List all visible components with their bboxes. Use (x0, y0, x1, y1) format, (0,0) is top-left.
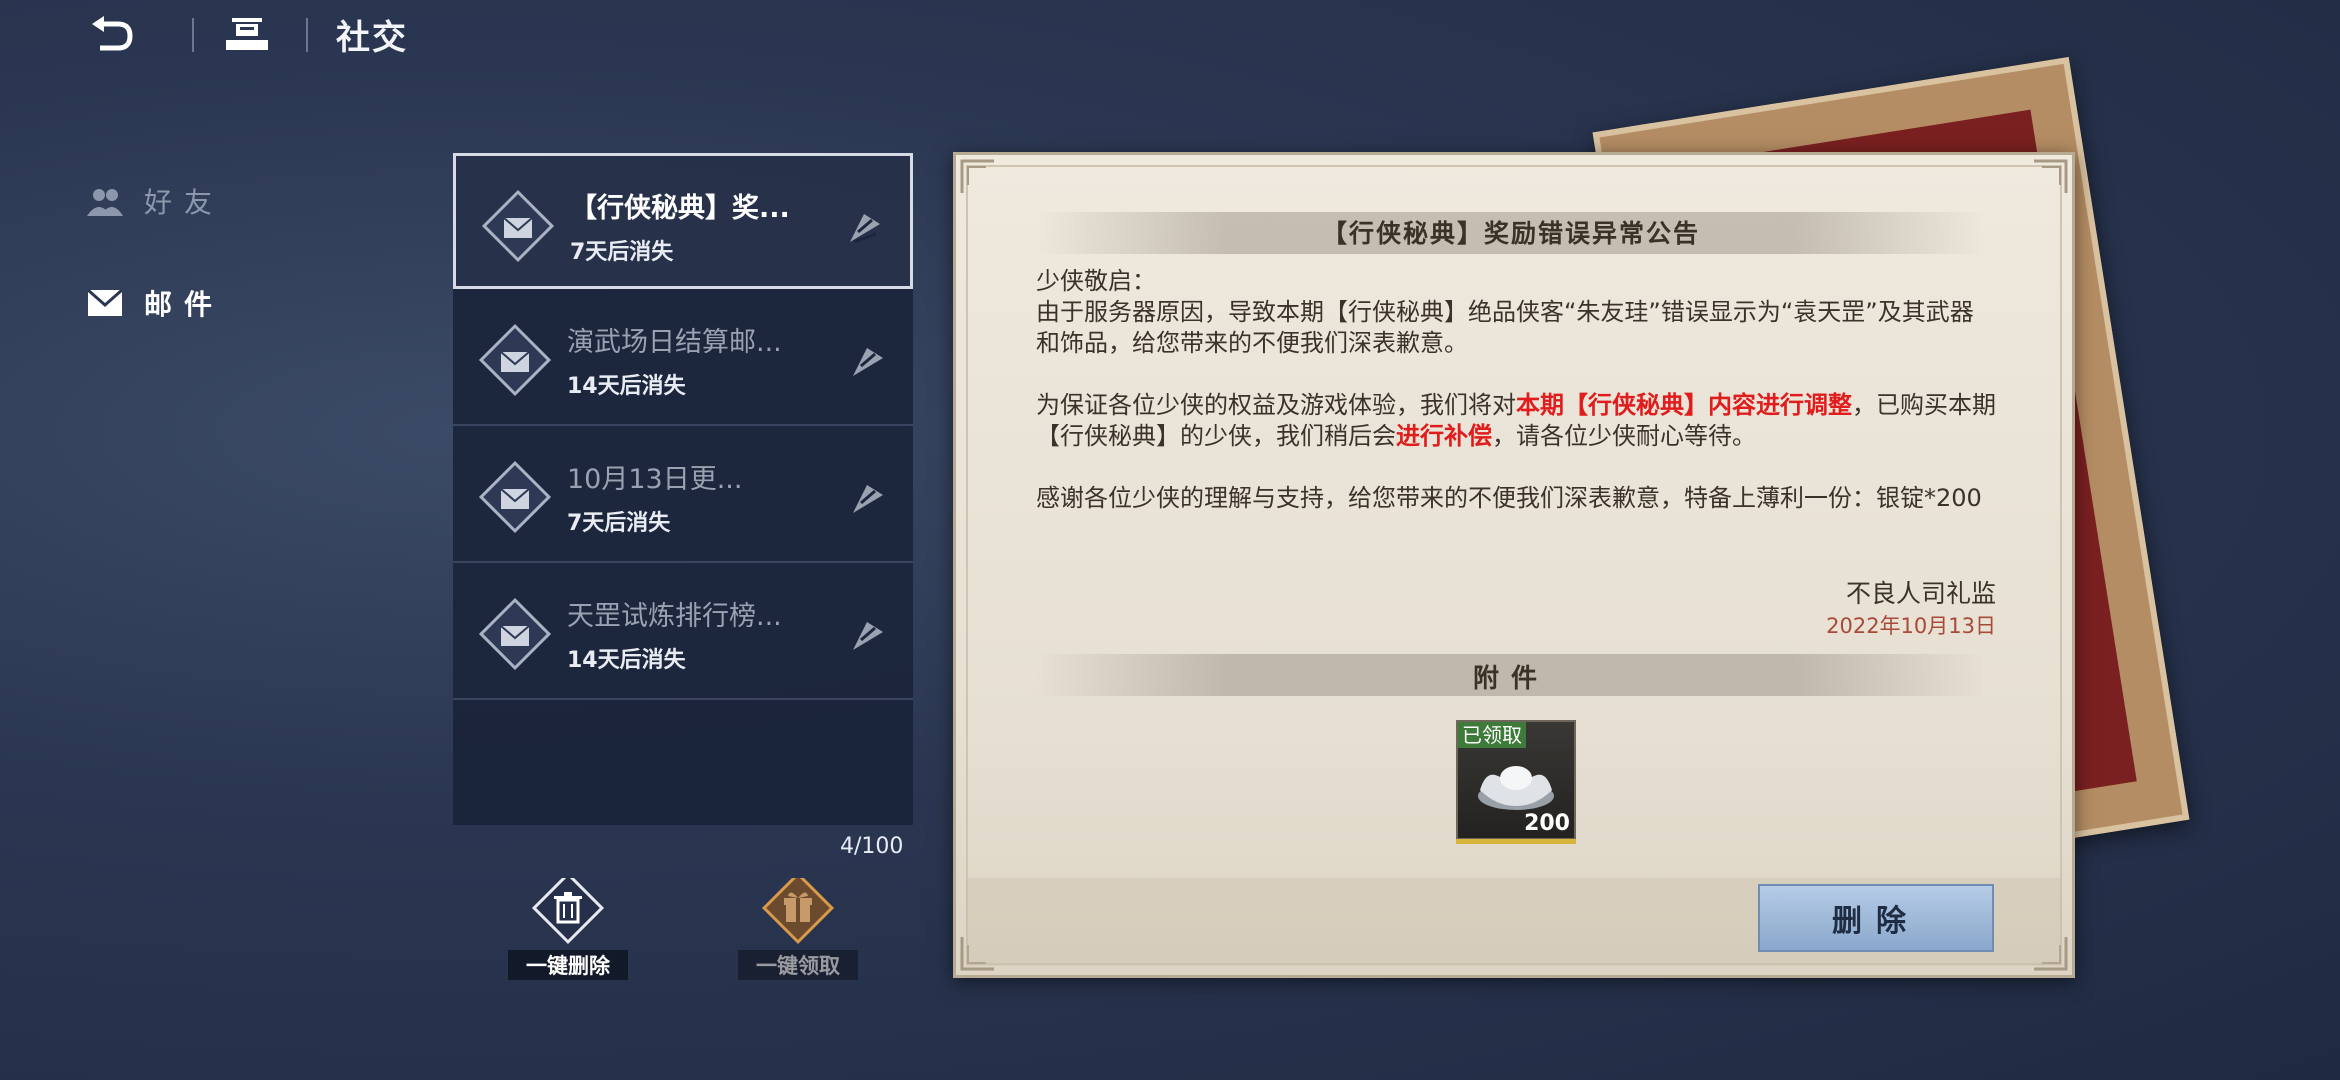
notice-greeting: 少侠敬启： (1036, 267, 1156, 295)
mail-item[interactable]: 天罡试炼排行榜... 14天后消失 (453, 564, 913, 700)
back-arrow-icon[interactable] (88, 14, 138, 54)
item-quantity: 200 (1524, 811, 1570, 836)
sidebar-item-mail[interactable]: 邮件 (86, 278, 224, 328)
fan-icon (846, 210, 884, 246)
claim-all-label: 一键领取 (738, 950, 858, 980)
notice-paragraph: 由于服务器原因，导致本期【行侠秘典】绝品侠客“朱友珪”错误显示为“袁天罡”及其武… (1036, 298, 1974, 357)
gift-icon (761, 871, 835, 945)
mail-icon (476, 184, 560, 268)
sidebar-item-friends[interactable]: 好友 (86, 176, 224, 226)
notice-signer: 不良人司礼监 (1845, 579, 1996, 608)
item-rarity-bar (1456, 839, 1576, 844)
notice-paragraph: 感谢各位少侠的理解与支持，给您带来的不便我们深表歉意，特备上薄利一份：银锭*20… (1036, 484, 1982, 512)
mail-icon (473, 318, 557, 402)
highlight-text: 本期【行侠秘典】内容进行调整 (1516, 391, 1852, 419)
mail-expiry: 14天后消失 (567, 374, 686, 399)
home-icon[interactable] (222, 14, 272, 54)
notice-title: 【行侠秘典】奖励错误异常公告 (1321, 219, 1700, 248)
mail-icon (473, 455, 557, 539)
corner-ornament-icon (2034, 159, 2068, 193)
divider (306, 18, 308, 52)
delete-button[interactable]: 删除 (1758, 884, 1994, 952)
fan-icon (849, 618, 887, 654)
trash-icon (531, 871, 605, 945)
sidebar-item-label: 好友 (144, 186, 225, 219)
mail-item[interactable]: 演武场日结算邮... 14天后消失 (453, 290, 913, 426)
mail-icon (473, 592, 557, 676)
page-title: 社交 (336, 18, 408, 58)
attachment-item[interactable]: 已领取 200 (1456, 720, 1576, 844)
friends-icon (86, 185, 124, 217)
mail-item[interactable]: 【行侠秘典】奖... 7天后消失 (453, 153, 913, 289)
attachment-title: 附件 (1472, 664, 1549, 694)
mail-expiry: 14天后消失 (567, 648, 686, 673)
notice-body[interactable]: 少侠敬启： 由于服务器原因，导致本期【行侠秘典】绝品侠客“朱友珪”错误显示为“袁… (1036, 266, 1996, 518)
mail-expiry: 7天后消失 (567, 511, 671, 536)
mail-expiry: 7天后消失 (570, 240, 674, 265)
fan-icon (849, 344, 887, 380)
sidebar-item-label: 邮件 (144, 288, 225, 321)
top-bar: 社交 (0, 0, 2340, 70)
mail-item[interactable]: 10月13日更... 7天后消失 (453, 427, 913, 563)
claim-all-button[interactable]: 一键领取 (738, 871, 858, 980)
mail-list: 【行侠秘典】奖... 7天后消失 演武场日结算邮... 14天后消失 10月13… (453, 153, 913, 825)
corner-ornament-icon (960, 159, 994, 193)
silver-ingot-icon (1478, 766, 1554, 810)
notice-paragraph: 为保证各位少侠的权益及游戏体验，我们将对本期【行侠秘典】内容进行调整，已购买本期… (1036, 391, 1996, 450)
notice-date: 2022年10月13日 (1826, 614, 1996, 638)
claimed-badge: 已领取 (1458, 722, 1526, 748)
highlight-text: 进行补偿 (1396, 422, 1492, 450)
mail-title: 演武场日结算邮... (567, 327, 782, 358)
mail-title: 10月13日更... (567, 464, 743, 495)
envelope-icon (86, 287, 124, 319)
divider (192, 18, 194, 52)
mail-count: 4/100 (840, 834, 904, 859)
mail-title: 天罡试炼排行榜... (567, 601, 782, 632)
fan-icon (849, 481, 887, 517)
delete-all-label: 一键删除 (508, 950, 628, 980)
mail-title: 【行侠秘典】奖... (570, 193, 790, 224)
delete-all-button[interactable]: 一键删除 (508, 871, 628, 980)
